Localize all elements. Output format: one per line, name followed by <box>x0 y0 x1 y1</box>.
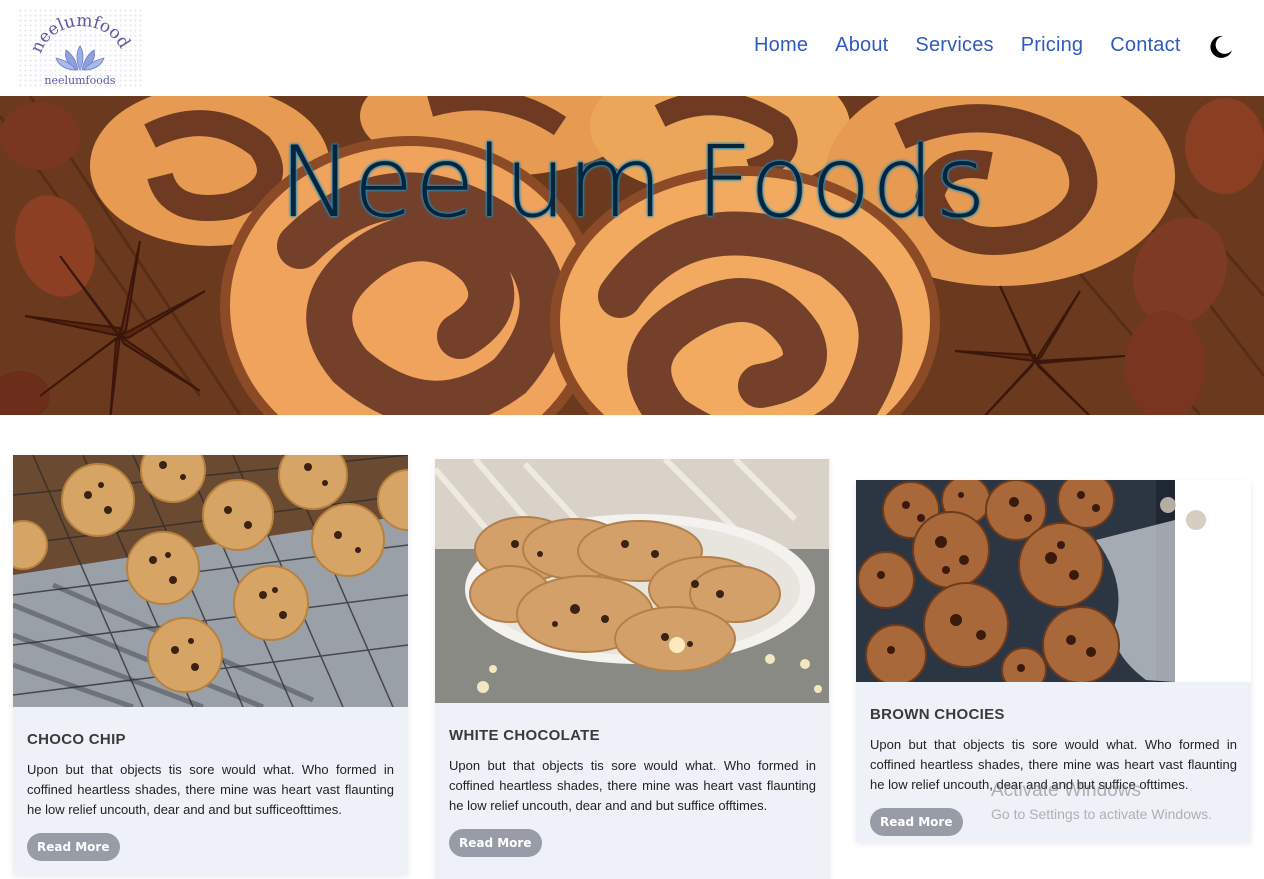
card-title: BROWN CHOCIES <box>870 706 1005 723</box>
card-description: Upon but that objects tis sore would wha… <box>27 762 394 817</box>
product-card-white-chocolate: WHITE CHOCOLATE Upon but that objects ti… <box>435 459 830 879</box>
choco-chip-image <box>13 455 408 707</box>
white-chocolate-image <box>435 459 829 703</box>
read-more-button[interactable]: Read More <box>870 808 963 836</box>
nav-about[interactable]: About <box>835 34 888 57</box>
nav-home[interactable]: Home <box>754 34 808 57</box>
hero-banner: Neelum Foods <box>0 96 1264 415</box>
main-nav: Home About Services Pricing Contact <box>754 30 1208 60</box>
product-card-choco-chip: CHOCO CHIP Upon but that objects tis sor… <box>13 455 408 875</box>
card-description: Upon but that objects tis sore would wha… <box>449 758 816 813</box>
logo-arc-text: neelumfoods <box>18 8 134 56</box>
watermark-subtitle: Go to Settings to activate Windows. <box>991 806 1212 822</box>
hero-title: Neelum Foods <box>279 126 987 240</box>
card-title: WHITE CHOCOLATE <box>449 727 600 744</box>
activate-windows-watermark: Activate Windows Go to Settings to activ… <box>991 780 1212 822</box>
card-title: CHOCO CHIP <box>27 731 126 748</box>
read-more-button[interactable]: Read More <box>449 829 542 857</box>
nav-pricing[interactable]: Pricing <box>1021 34 1084 57</box>
brown-chocies-image <box>856 480 1251 682</box>
navbar: neelumfoods neelumfoods Home About Servi… <box>0 0 1264 96</box>
theme-toggle[interactable] <box>1206 33 1234 61</box>
nav-services[interactable]: Services <box>915 34 993 57</box>
nav-contact[interactable]: Contact <box>1110 34 1180 57</box>
read-more-button[interactable]: Read More <box>27 833 120 861</box>
logo-caption: neelumfoods <box>44 74 115 87</box>
moon-icon <box>1210 35 1232 58</box>
watermark-title: Activate Windows <box>991 780 1141 801</box>
brand-logo[interactable]: neelumfoods neelumfoods <box>18 8 142 90</box>
lotus-logo-icon: neelumfoods neelumfoods <box>18 8 134 87</box>
